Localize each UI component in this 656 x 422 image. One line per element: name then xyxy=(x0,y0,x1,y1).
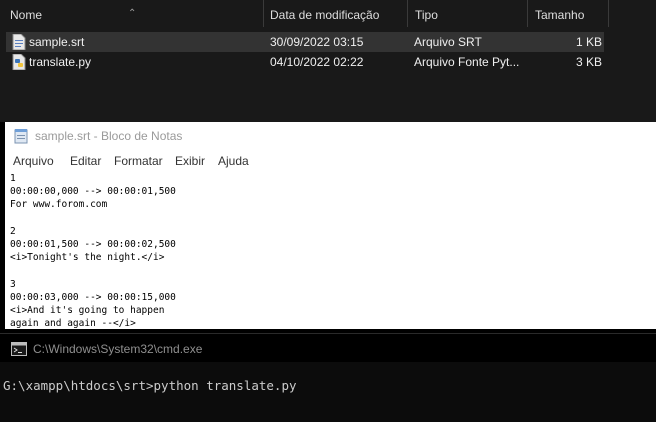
cmd-console[interactable]: G:\xampp\htdocs\srt>python translate.py xyxy=(0,362,656,422)
menu-formatar[interactable]: Formatar xyxy=(114,154,163,168)
sort-chevron-icon[interactable]: ⌃ xyxy=(128,8,136,19)
column-header-size[interactable]: Tamanho xyxy=(535,8,584,22)
column-header-type[interactable]: Tipo xyxy=(415,8,438,22)
column-divider[interactable] xyxy=(407,0,408,27)
menu-exibir[interactable]: Exibir xyxy=(175,154,205,168)
file-type: Arquivo SRT xyxy=(414,35,482,49)
cmd-titlebar[interactable]: C:\Windows\System32\cmd.exe xyxy=(0,333,656,363)
file-row-translate-py[interactable]: translate.py 04/10/2022 02:22 Arquivo Fo… xyxy=(6,52,604,72)
file-size: 3 KB xyxy=(576,55,603,69)
file-name: translate.py xyxy=(29,55,92,69)
file-modified: 30/09/2022 03:15 xyxy=(270,35,364,49)
notepad-menubar: Arquivo Editar Formatar Exibir Ajuda xyxy=(5,150,656,171)
notepad-app-icon xyxy=(14,129,28,144)
file-type: Arquivo Fonte Pyt... xyxy=(414,55,520,69)
column-divider[interactable] xyxy=(527,0,528,27)
column-header-modified[interactable]: Data de modificação xyxy=(270,8,379,22)
menu-ajuda[interactable]: Ajuda xyxy=(218,154,249,168)
column-divider[interactable] xyxy=(608,0,609,27)
column-header-name[interactable]: Nome xyxy=(10,8,42,22)
menu-editar[interactable]: Editar xyxy=(70,154,101,168)
cmd-app-icon xyxy=(11,342,27,356)
notepad-title: sample.srt - Bloco de Notas xyxy=(35,129,183,143)
srt-file-icon xyxy=(12,34,26,50)
file-name: sample.srt xyxy=(29,35,85,49)
notepad-window: sample.srt - Bloco de Notas Arquivo Edit… xyxy=(5,122,656,329)
notepad-text-area[interactable]: 1 00:00:00,000 --> 00:00:01,500 For www.… xyxy=(10,172,650,329)
cmd-title: C:\Windows\System32\cmd.exe xyxy=(33,342,203,356)
cmd-prompt-line: G:\xampp\htdocs\srt>python translate.py xyxy=(3,378,297,393)
python-file-icon xyxy=(12,54,26,70)
menu-arquivo[interactable]: Arquivo xyxy=(13,154,54,168)
file-row-sample-srt[interactable]: sample.srt 30/09/2022 03:15 Arquivo SRT … xyxy=(6,32,604,52)
file-size: 1 KB xyxy=(576,35,603,49)
notepad-titlebar[interactable]: sample.srt - Bloco de Notas xyxy=(5,122,656,150)
file-modified: 04/10/2022 02:22 xyxy=(270,55,364,69)
column-divider[interactable] xyxy=(263,0,264,27)
file-explorer: ⌃ Nome Data de modificação Tipo Tamanho … xyxy=(0,0,656,122)
column-header-bar: ⌃ Nome Data de modificação Tipo Tamanho xyxy=(0,0,656,27)
